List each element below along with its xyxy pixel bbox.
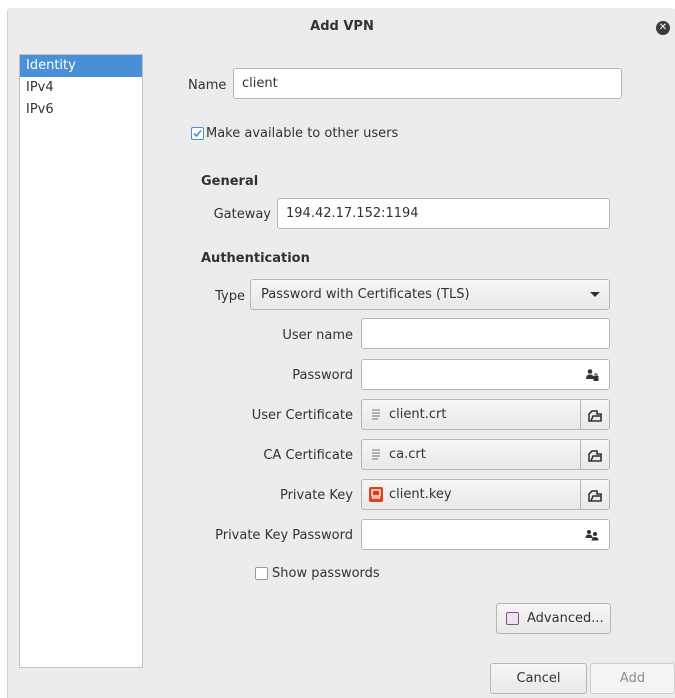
open-file-icon[interactable] bbox=[588, 408, 602, 422]
name-label: Name bbox=[188, 78, 227, 93]
password-users-icon[interactable] bbox=[585, 528, 599, 542]
gateway-field[interactable]: 194.42.17.152:1194 bbox=[277, 198, 610, 229]
sidebar-item-ipv6[interactable]: IPv6 bbox=[20, 99, 142, 121]
name-field-value: client bbox=[242, 76, 278, 91]
private-key-value: client.key bbox=[389, 487, 452, 502]
gateway-label: Gateway bbox=[213, 207, 271, 222]
ca-certificate-chooser[interactable]: ca.crt bbox=[361, 439, 610, 470]
sidebar-item-identity[interactable]: Identity bbox=[20, 55, 142, 77]
checkmark-icon bbox=[193, 129, 202, 138]
close-icon[interactable]: ✕ bbox=[656, 21, 670, 35]
dialog-title: Add VPN bbox=[310, 19, 374, 34]
type-label: Type bbox=[215, 289, 245, 304]
separator bbox=[580, 480, 581, 509]
separator bbox=[580, 400, 581, 429]
private-key-password-field[interactable] bbox=[361, 519, 610, 550]
make-available-checkbox[interactable] bbox=[191, 127, 204, 140]
authentication-header: Authentication bbox=[201, 251, 310, 266]
cancel-button[interactable]: Cancel bbox=[490, 663, 587, 694]
separator bbox=[580, 440, 581, 469]
username-label: User name bbox=[282, 328, 353, 343]
add-button[interactable]: Add bbox=[590, 663, 675, 694]
show-passwords-label: Show passwords bbox=[272, 566, 380, 581]
document-icon bbox=[372, 409, 380, 420]
chevron-down-icon bbox=[590, 292, 600, 297]
sidebar-item-ipv4[interactable]: IPv4 bbox=[20, 77, 142, 99]
name-field[interactable]: client bbox=[233, 68, 622, 99]
password-storage-icon[interactable] bbox=[585, 368, 599, 382]
user-certificate-value: client.crt bbox=[389, 407, 447, 422]
password-field[interactable] bbox=[361, 359, 610, 390]
auth-type-value: Password with Certificates (TLS) bbox=[261, 287, 470, 302]
ca-certificate-value: ca.crt bbox=[389, 447, 426, 462]
user-certificate-chooser[interactable]: client.crt bbox=[361, 399, 610, 430]
private-key-label: Private Key bbox=[279, 488, 353, 503]
ca-certificate-label: CA Certificate bbox=[263, 448, 353, 463]
sidebar: Identity IPv4 IPv6 bbox=[19, 54, 143, 668]
show-passwords-checkbox[interactable] bbox=[255, 567, 268, 580]
auth-type-dropdown[interactable]: Password with Certificates (TLS) bbox=[250, 279, 610, 310]
document-icon bbox=[372, 449, 380, 460]
user-certificate-label: User Certificate bbox=[251, 408, 353, 423]
settings-icon bbox=[506, 612, 519, 625]
password-label: Password bbox=[292, 368, 353, 383]
add-vpn-dialog: Add VPN ✕ Identity IPv4 IPv6 Name client… bbox=[7, 8, 675, 698]
advanced-button[interactable]: Advanced... bbox=[496, 603, 611, 634]
make-available-label: Make available to other users bbox=[206, 126, 399, 141]
general-header: General bbox=[201, 174, 259, 189]
private-key-chooser[interactable]: client.key bbox=[361, 479, 610, 510]
key-file-icon bbox=[369, 487, 383, 502]
private-key-password-label: Private Key Password bbox=[215, 528, 353, 543]
advanced-button-label: Advanced... bbox=[527, 611, 604, 626]
open-file-icon[interactable] bbox=[588, 488, 602, 502]
gateway-field-value: 194.42.17.152:1194 bbox=[286, 206, 419, 221]
username-field[interactable] bbox=[361, 318, 610, 349]
title-bar: Add VPN ✕ bbox=[8, 8, 675, 46]
open-file-icon[interactable] bbox=[588, 448, 602, 462]
